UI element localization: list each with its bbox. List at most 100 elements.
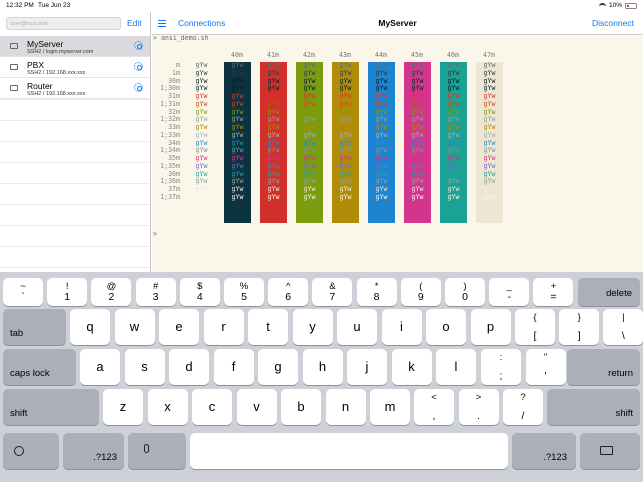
server-icon xyxy=(10,64,18,70)
key-z[interactable]: z xyxy=(103,389,143,425)
delete-key[interactable]: delete xyxy=(578,278,640,306)
return-key[interactable]: return xyxy=(567,349,640,385)
color-sample: gYw xyxy=(375,192,388,201)
edit-button[interactable]: Edit xyxy=(127,18,142,28)
key-punct-2[interactable]: <, xyxy=(414,389,454,425)
key-glyph: 8 xyxy=(373,291,380,303)
key-2[interactable]: @2 xyxy=(91,278,132,306)
key-glyph: 5 xyxy=(241,291,247,303)
key-p[interactable]: p xyxy=(470,309,511,345)
key-j[interactable]: j xyxy=(347,349,387,385)
key-v[interactable]: v xyxy=(236,389,277,425)
host-row[interactable]: Router SSH2 / 192.168.xxx.xxx xyxy=(0,78,150,99)
key-bracket-1[interactable]: }] xyxy=(559,309,600,345)
key-a[interactable]: a xyxy=(80,349,120,385)
key-n[interactable]: n xyxy=(325,389,366,425)
key-o[interactable]: o xyxy=(426,309,466,345)
color-sample: gYw xyxy=(339,192,352,201)
host-search-input[interactable]: user@host:port xyxy=(6,17,121,30)
key-5[interactable]: % 5 xyxy=(224,278,264,306)
key-t[interactable]: t xyxy=(248,309,288,345)
tab-key[interactable]: tab xyxy=(3,309,66,345)
key-glyph: h xyxy=(318,359,327,374)
key-`[interactable]: ~ ` xyxy=(3,278,43,306)
key-glyph: ; xyxy=(499,370,503,382)
key-x[interactable]: x xyxy=(147,389,188,425)
host-address: SSH2 / 192.168.xxx.xxx xyxy=(27,91,86,97)
key-0[interactable]: ) 0 xyxy=(445,278,485,306)
key-g[interactable]: g xyxy=(258,349,298,385)
key-d[interactable]: d xyxy=(169,349,209,385)
emoji-icon xyxy=(14,446,24,456)
dictation-key[interactable] xyxy=(128,433,186,469)
terminal-view[interactable]: > ansi_demo.sh m gYw 1m gYw 30m gYw 1;30m gYw 31… xyxy=(152,35,643,272)
key-1[interactable]: ! 1 xyxy=(47,278,88,306)
key-punct-3[interactable]: >. xyxy=(458,389,499,425)
key-e[interactable]: e xyxy=(159,309,199,345)
key-h[interactable]: h xyxy=(302,349,343,385)
key-punct-4[interactable]: ? / xyxy=(503,389,543,425)
key-l[interactable]: l xyxy=(436,349,476,385)
key-glyph: , xyxy=(432,410,436,422)
key-punct-1[interactable]: " ' xyxy=(525,349,566,385)
numbers-key-right[interactable]: .?123 xyxy=(512,433,576,469)
key-=[interactable]: + = xyxy=(533,278,574,306)
color-sample-default: gYw xyxy=(195,192,208,201)
key-shift-glyph: } xyxy=(577,312,581,323)
key-glyph: 3 xyxy=(152,291,159,303)
key-y[interactable]: y xyxy=(292,309,333,345)
key-8[interactable]: * 8 xyxy=(356,278,397,306)
hide-keyboard-key[interactable] xyxy=(580,433,640,469)
onscreen-keyboard: ~ `! 1 @2 #3 $4% 5 ^ 6 & 7 * 8(9) 0 _ - + = delete tab q w e r t… xyxy=(0,272,643,482)
microphone-icon xyxy=(144,444,149,453)
caps-lock-key[interactable]: caps lock xyxy=(3,349,76,385)
key-glyph: 7 xyxy=(329,291,336,303)
key-glyph: p xyxy=(486,319,495,334)
shift-key-left[interactable]: shift xyxy=(3,389,99,425)
space-bar[interactable] xyxy=(190,433,508,469)
key-c[interactable]: c xyxy=(192,389,232,425)
gear-icon[interactable] xyxy=(134,41,143,50)
host-row[interactable]: PBX SSH2 / 192.168.xxx.xxx xyxy=(0,57,150,78)
shift-key-right[interactable]: shift xyxy=(547,389,640,425)
key-bracket-2[interactable]: | \ xyxy=(603,309,643,345)
key-glyph: [ xyxy=(533,330,537,342)
key-b[interactable]: b xyxy=(281,389,321,425)
key--[interactable]: _ - xyxy=(489,278,530,306)
color-sample: gYw xyxy=(483,192,496,201)
key-punct-0[interactable]: :; xyxy=(481,349,521,385)
disconnect-button[interactable]: Disconnect xyxy=(592,18,634,28)
key-i[interactable]: i xyxy=(381,309,422,345)
gear-icon[interactable] xyxy=(134,83,143,92)
color-sample: gYw xyxy=(303,192,316,201)
host-row[interactable]: MyServer SSH2 / login.myserver.com xyxy=(0,36,150,57)
key-q[interactable]: q xyxy=(70,309,110,345)
key-glyph: k xyxy=(408,359,415,374)
emoji-key[interactable] xyxy=(3,433,59,469)
key-9[interactable]: (9 xyxy=(400,278,441,306)
key-7[interactable]: & 7 xyxy=(312,278,353,306)
key-s[interactable]: s xyxy=(124,349,165,385)
gear-icon[interactable] xyxy=(134,62,143,71)
key-label: shift xyxy=(615,408,633,419)
bg-header: 47m xyxy=(483,51,495,59)
key-3[interactable]: #3 xyxy=(135,278,176,306)
key-w[interactable]: w xyxy=(114,309,155,345)
color-sample: gYw xyxy=(411,192,424,201)
key-k[interactable]: k xyxy=(391,349,432,385)
status-right: 10% xyxy=(598,2,637,9)
key-glyph: . xyxy=(477,410,480,422)
key-f[interactable]: f xyxy=(213,349,254,385)
key-glyph: l xyxy=(454,359,458,374)
key-4[interactable]: $4 xyxy=(179,278,220,306)
key-6[interactable]: ^ 6 xyxy=(268,278,309,306)
key-m[interactable]: m xyxy=(370,389,410,425)
key-glyph: f xyxy=(231,359,236,374)
key-u[interactable]: u xyxy=(337,309,377,345)
key-bracket-0[interactable]: {[ xyxy=(515,309,555,345)
key-shift-glyph: ? xyxy=(520,392,526,403)
empty-row-divider xyxy=(0,183,150,184)
key-glyph: ' xyxy=(544,370,547,382)
numbers-key-left[interactable]: .?123 xyxy=(63,433,124,469)
key-r[interactable]: r xyxy=(203,309,244,345)
